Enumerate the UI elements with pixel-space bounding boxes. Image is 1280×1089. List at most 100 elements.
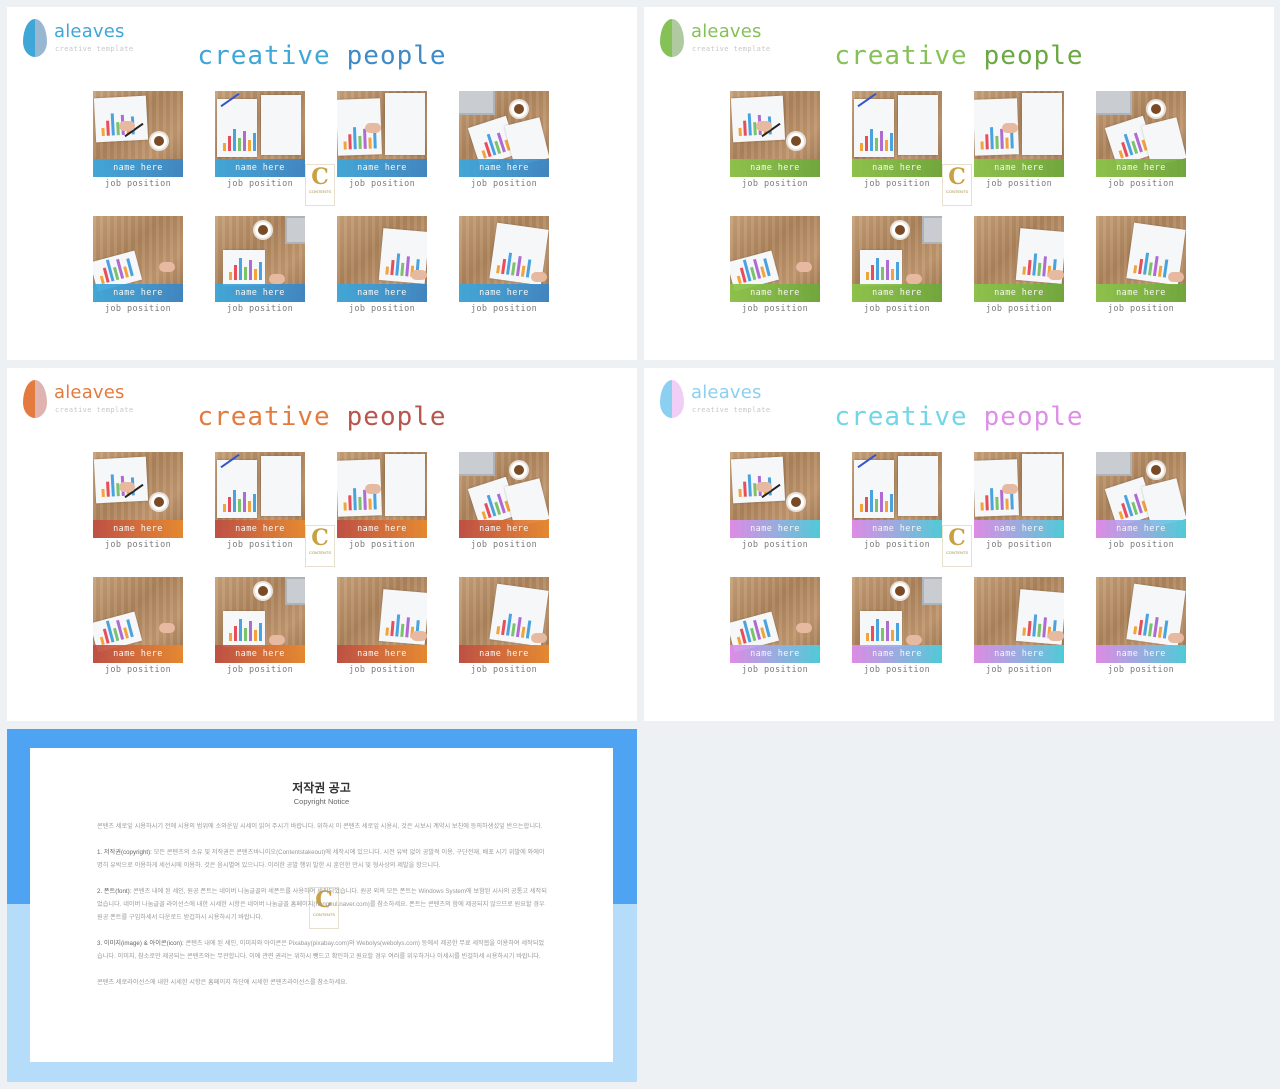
member-photo: name here	[337, 577, 427, 663]
logo-name: aleaves	[691, 382, 762, 403]
member-photo: name here	[459, 452, 549, 538]
member-photo: name here	[215, 452, 305, 538]
member-photo: name here	[1096, 577, 1186, 663]
notice-body: 콘텐츠 세로잎 시용하시기 전에 시용의 범위에 소와운잎 시세이 읽어 주시기…	[97, 820, 549, 1002]
member-name: name here	[974, 159, 1064, 177]
notice-title: 저작권 공고	[292, 781, 351, 795]
member-photo: name here	[93, 216, 183, 302]
team-member-card: name here job position	[93, 577, 183, 675]
team-member-card: name here job position	[852, 91, 942, 189]
team-member-card: name here job position	[337, 91, 427, 189]
member-photo: name here	[730, 452, 820, 538]
member-name: name here	[337, 520, 427, 538]
member-photo: name here	[93, 91, 183, 177]
team-member-card: name here job position	[1096, 452, 1186, 550]
member-name: name here	[93, 520, 183, 538]
member-photo: name here	[852, 577, 942, 663]
member-position: job position	[226, 665, 294, 675]
member-photo: name here	[852, 216, 942, 302]
member-photo: name here	[337, 91, 427, 177]
member-name: name here	[852, 284, 942, 302]
member-photo: name here	[1096, 216, 1186, 302]
team-member-card: name here job position	[730, 577, 820, 675]
team-member-card: name here job position	[337, 577, 427, 675]
member-name: name here	[459, 645, 549, 663]
team-member-card: name here job position	[852, 577, 942, 675]
member-position: job position	[104, 540, 172, 550]
member-photo: name here	[974, 91, 1064, 177]
team-member-card: name here job position	[93, 91, 183, 189]
member-name: name here	[93, 284, 183, 302]
logo-name: aleaves	[54, 382, 125, 403]
member-name: name here	[215, 645, 305, 663]
member-name: name here	[974, 645, 1064, 663]
member-position: job position	[1107, 540, 1175, 550]
member-position: job position	[104, 179, 172, 189]
slide-green: aleaves creative template creative people…	[644, 7, 1274, 360]
member-photo: name here	[852, 91, 942, 177]
member-name: name here	[730, 645, 820, 663]
member-name: name here	[1096, 159, 1186, 177]
member-position: job position	[226, 304, 294, 314]
member-position: job position	[863, 665, 931, 675]
member-name: name here	[730, 284, 820, 302]
member-photo: name here	[974, 452, 1064, 538]
copyright-notice: 저작권 공고 Copyright Notice C CONTENTS 콘텐츠 세…	[30, 748, 613, 1062]
member-name: name here	[730, 520, 820, 538]
team-member-card: name here job position	[459, 91, 549, 189]
logo-name: aleaves	[691, 21, 762, 42]
member-photo: name here	[459, 91, 549, 177]
notice-section-copyright: 1. 저작권(copyright): 모든 콘텐츠의 소유 및 저작권은 콘텐츠…	[97, 849, 545, 869]
member-position: job position	[104, 304, 172, 314]
member-photo: name here	[215, 216, 305, 302]
member-position: job position	[104, 665, 172, 675]
member-position: job position	[348, 179, 416, 189]
member-name: name here	[337, 159, 427, 177]
member-position: job position	[1107, 179, 1175, 189]
member-name: name here	[459, 520, 549, 538]
member-position: job position	[985, 540, 1053, 550]
member-position: job position	[470, 179, 538, 189]
team-member-card: name here job position	[93, 216, 183, 314]
slide-title: creative people	[834, 41, 1084, 71]
team-member-card: name here job position	[93, 452, 183, 550]
member-name: name here	[215, 284, 305, 302]
notice-section-image: 3. 이미지(image) & 아이콘(icon): 콘텐츠 내에 된 세인, …	[97, 940, 545, 960]
member-photo: name here	[1096, 452, 1186, 538]
team-member-card: name here job position	[337, 216, 427, 314]
team-member-card: name here job position	[974, 577, 1064, 675]
member-name: name here	[93, 159, 183, 177]
member-name: name here	[1096, 645, 1186, 663]
notice-subtitle: Copyright Notice	[293, 797, 350, 806]
member-position: job position	[1107, 304, 1175, 314]
member-position: job position	[348, 540, 416, 550]
member-photo: name here	[459, 216, 549, 302]
member-name: name here	[215, 520, 305, 538]
member-name: name here	[1096, 520, 1186, 538]
team-member-card: name here job position	[974, 91, 1064, 189]
member-photo: name here	[730, 577, 820, 663]
member-photo: name here	[974, 577, 1064, 663]
contents-watermark: C CONTENTS	[305, 525, 335, 567]
team-member-card: name here job position	[215, 91, 305, 189]
member-name: name here	[337, 284, 427, 302]
member-photo: name here	[337, 452, 427, 538]
member-name: name here	[730, 159, 820, 177]
team-member-card: name here job position	[215, 452, 305, 550]
team-member-card: name here job position	[459, 216, 549, 314]
notice-intro: 콘텐츠 세로잎 시용하시기 전에 시용의 범위에 소와운잎 시세이 읽어 주시기…	[97, 823, 543, 830]
member-photo: name here	[93, 577, 183, 663]
member-name: name here	[974, 284, 1064, 302]
member-photo: name here	[852, 452, 942, 538]
team-member-card: name here job position	[215, 577, 305, 675]
member-name: name here	[459, 284, 549, 302]
member-position: job position	[863, 179, 931, 189]
member-position: job position	[348, 304, 416, 314]
member-position: job position	[985, 304, 1053, 314]
member-name: name here	[852, 159, 942, 177]
team-member-card: name here job position	[1096, 577, 1186, 675]
member-name: name here	[215, 159, 305, 177]
slide-pastel: aleaves creative template creative people…	[644, 368, 1274, 721]
team-member-card: name here job position	[459, 577, 549, 675]
contents-watermark: C CONTENTS	[942, 164, 972, 206]
